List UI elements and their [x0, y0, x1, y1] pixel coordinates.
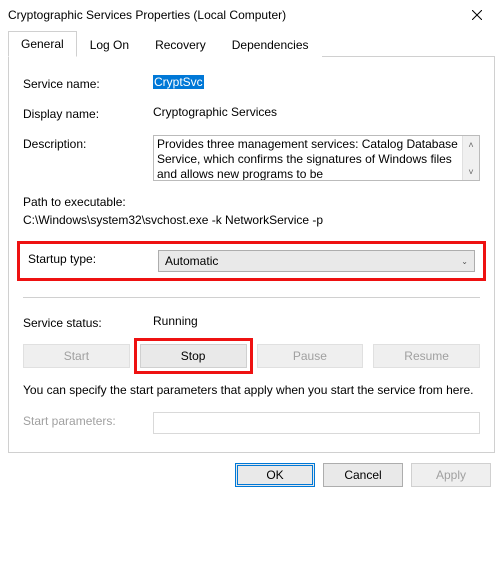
service-status-value: Running	[153, 314, 480, 328]
path-label: Path to executable:	[23, 195, 480, 209]
startup-type-label: Startup type:	[28, 250, 158, 266]
apply-button: Apply	[411, 463, 491, 487]
stop-button-highlight: Stop	[134, 338, 253, 374]
display-name-label: Display name:	[23, 105, 153, 121]
chevron-down-icon: ⌄	[461, 257, 468, 266]
titlebar: Cryptographic Services Properties (Local…	[0, 0, 503, 30]
description-scrollbar[interactable]: ˄ ˅	[462, 136, 479, 180]
tab-strip: General Log On Recovery Dependencies	[8, 30, 495, 57]
startup-type-dropdown[interactable]: Automatic ⌄	[158, 250, 475, 272]
description-text[interactable]: Provides three management services: Cata…	[154, 136, 462, 180]
description-box: Provides three management services: Cata…	[153, 135, 480, 181]
resume-button: Resume	[373, 344, 480, 368]
divider	[23, 297, 480, 298]
service-button-row: Start Stop Pause Resume	[23, 344, 480, 368]
dialog-footer: OK Cancel Apply	[0, 453, 503, 499]
pause-button: Pause	[257, 344, 364, 368]
close-icon	[472, 10, 482, 20]
path-value: C:\Windows\system32\svchost.exe -k Netwo…	[23, 213, 480, 227]
tab-log-on[interactable]: Log On	[77, 32, 142, 57]
service-status-label: Service status:	[23, 314, 153, 330]
tab-general[interactable]: General	[8, 31, 77, 57]
close-button[interactable]	[461, 4, 493, 26]
start-params-label: Start parameters:	[23, 412, 153, 428]
startup-type-highlight: Startup type: Automatic ⌄	[17, 241, 486, 281]
start-params-hint: You can specify the start parameters tha…	[23, 382, 480, 398]
stop-button[interactable]: Stop	[140, 344, 247, 368]
ok-button[interactable]: OK	[235, 463, 315, 487]
service-name-value[interactable]: CryptSvc	[153, 75, 204, 89]
cancel-button[interactable]: Cancel	[323, 463, 403, 487]
scroll-down-icon[interactable]: ˅	[463, 163, 479, 180]
tab-panel-general: Service name: CryptSvc Display name: Cry…	[8, 57, 495, 453]
display-name-value: Cryptographic Services	[153, 105, 480, 119]
description-label: Description:	[23, 135, 153, 151]
service-name-label: Service name:	[23, 75, 153, 91]
start-params-input	[153, 412, 480, 434]
startup-type-value: Automatic	[165, 254, 218, 268]
tab-recovery[interactable]: Recovery	[142, 32, 219, 57]
start-button: Start	[23, 344, 130, 368]
window-title: Cryptographic Services Properties (Local…	[8, 8, 286, 22]
tab-dependencies[interactable]: Dependencies	[219, 32, 322, 57]
scroll-up-icon[interactable]: ˄	[463, 136, 479, 153]
